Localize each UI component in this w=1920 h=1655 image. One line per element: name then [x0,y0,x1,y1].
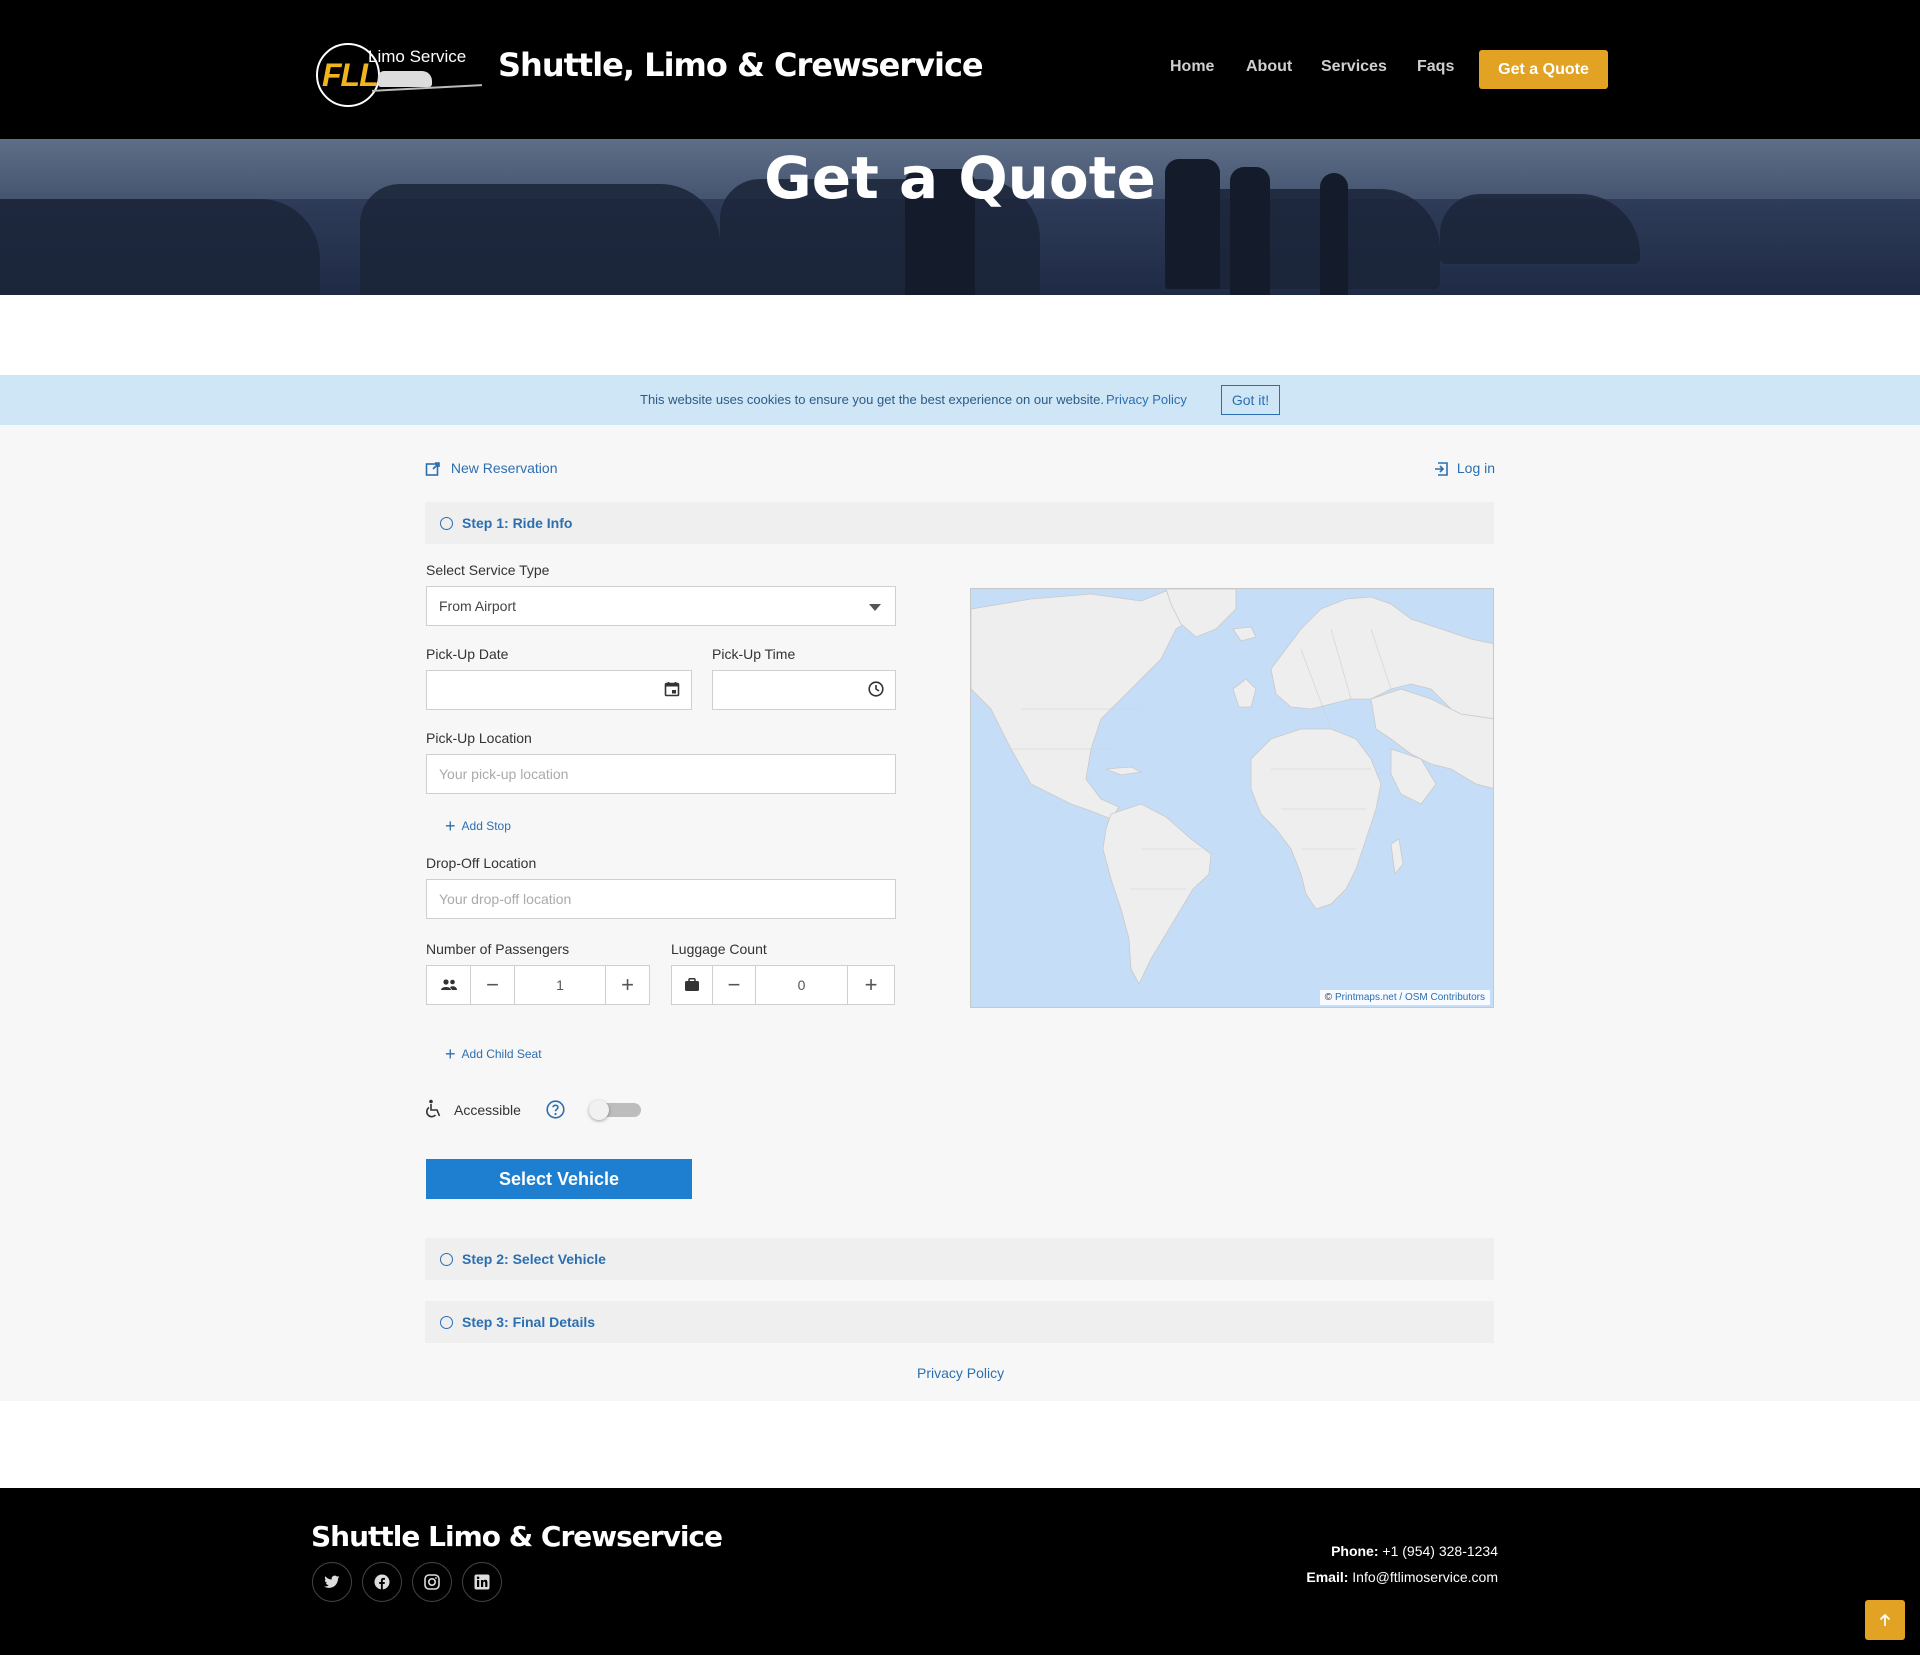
passengers-value[interactable]: 1 [515,966,606,1004]
site-logo[interactable]: FLL Limo Service [312,35,482,110]
service-type-value: From Airport [439,598,517,614]
nav-services[interactable]: Services [1321,58,1387,76]
luggage-value[interactable]: 0 [756,966,848,1004]
add-child-seat-label: Add Child Seat [461,1047,542,1061]
email-label: Email: [1306,1569,1349,1585]
plus-button[interactable]: + [606,966,649,1004]
footer-email: Email: Info@ftlimoservice.com [1306,1569,1498,1585]
minus-button[interactable]: − [471,966,515,1004]
accessible-label: Accessible [454,1102,521,1118]
login-icon [1435,462,1448,477]
wheelchair-icon [425,1099,441,1118]
site-header: FLL Limo Service Shuttle, Limo & Crewser… [0,0,1920,139]
hero-car [0,199,320,295]
footer-phone: Phone: +1 (954) 328-1234 [1331,1543,1498,1559]
linkedin-icon[interactable] [462,1562,502,1602]
minus-button[interactable]: − [713,966,756,1004]
plus-icon: + [445,1044,456,1064]
service-type-select[interactable]: From Airport [426,586,896,626]
site-footer: Shuttle Limo & Crewservice Phone: +1 (95… [0,1488,1920,1655]
privacy-policy-link[interactable]: Privacy Policy [917,1365,1004,1381]
passengers-label: Number of Passengers [426,941,570,957]
select-vehicle-button[interactable]: Select Vehicle [426,1159,692,1199]
nav-faqs[interactable]: Faqs [1417,58,1454,76]
cookie-banner: This website uses cookies to ensure you … [0,375,1920,425]
add-stop-link[interactable]: + Add Stop [445,816,511,837]
step-label: Step 3: Final Details [462,1314,596,1330]
phone-label: Phone: [1331,1543,1379,1559]
accessible-toggle[interactable] [589,1100,643,1120]
route-map[interactable]: © Printmaps.net / OSM Contributors [970,588,1494,1008]
plus-button[interactable]: + [848,966,894,1004]
phone-value[interactable]: +1 (954) 328-1234 [1382,1543,1498,1559]
email-value[interactable]: Info@ftlimoservice.com [1352,1569,1498,1585]
dropoff-location-placeholder: Your drop-off location [439,891,572,907]
new-reservation-label: New Reservation [450,460,558,476]
footer-title: Shuttle Limo & Crewservice [311,1520,723,1553]
login-label: Log in [1456,460,1496,476]
step-circle-icon [440,1253,453,1266]
service-type-label: Select Service Type [426,562,550,578]
dropoff-location-label: Drop-Off Location [426,855,537,871]
pickup-location-placeholder: Your pick-up location [439,766,569,782]
logo-sub-text: Limo Service [368,47,467,66]
copyright-symbol: © [1324,992,1333,1003]
get-quote-button[interactable]: Get a Quote [1479,50,1608,89]
world-map-graphic [971,589,1493,985]
step-circle-icon [440,1316,453,1329]
pickup-time-label: Pick-Up Time [712,646,796,662]
hero-banner: Get a Quote [0,139,1920,295]
clock-icon[interactable] [867,680,885,698]
passengers-icon [427,966,471,1004]
toggle-knob [589,1100,609,1120]
pickup-date-label: Pick-Up Date [426,646,509,662]
nav-home[interactable]: Home [1170,58,1214,76]
cookie-message: This website uses cookies to ensure you … [640,392,1104,407]
luggage-stepper: − 0 + [671,965,895,1005]
van-icon [378,71,432,87]
back-to-top-button[interactable] [1865,1600,1905,1640]
facebook-icon[interactable] [362,1562,402,1602]
luggage-label: Luggage Count [671,941,767,957]
dropoff-location-input[interactable]: Your drop-off location [426,879,896,919]
passengers-stepper: − 1 + [426,965,650,1005]
step-label: Step 2: Select Vehicle [462,1251,606,1267]
external-link-icon [425,462,440,477]
plus-icon: + [445,816,456,836]
pickup-location-label: Pick-Up Location [426,730,532,746]
add-stop-label: Add Stop [461,819,511,833]
chevron-down-icon [869,604,881,611]
step-circle-icon [440,517,453,530]
calendar-icon[interactable] [663,680,681,698]
cookie-accept-button[interactable]: Got it! [1221,385,1280,415]
step-ride-info[interactable]: Step 1: Ride Info [425,502,1494,544]
login-link[interactable]: Log in [1433,460,1495,477]
cookie-privacy-link[interactable]: Privacy Policy [1106,392,1187,407]
pickup-date-input[interactable] [426,670,692,710]
pickup-location-input[interactable]: Your pick-up location [426,754,896,794]
add-child-seat-link[interactable]: + Add Child Seat [445,1044,542,1065]
luggage-icon [672,966,713,1004]
site-title[interactable]: Shuttle, Limo & Crewservice [498,46,984,84]
map-attribution-link[interactable]: Printmaps.net / OSM Contributors [1335,992,1485,1003]
pickup-time-input[interactable] [712,670,896,710]
arrow-up-icon [1879,1613,1891,1626]
step-final-details[interactable]: Step 3: Final Details [425,1301,1494,1343]
instagram-icon[interactable] [412,1562,452,1602]
map-attribution: © Printmaps.net / OSM Contributors [1319,990,1490,1005]
nav-about[interactable]: About [1246,58,1292,76]
new-reservation-link[interactable]: New Reservation [425,460,558,477]
step-select-vehicle[interactable]: Step 2: Select Vehicle [425,1238,1494,1280]
help-icon[interactable] [546,1100,565,1119]
page-title: Get a Quote [764,144,1156,212]
twitter-icon[interactable] [312,1562,352,1602]
step-label: Step 1: Ride Info [462,515,573,531]
